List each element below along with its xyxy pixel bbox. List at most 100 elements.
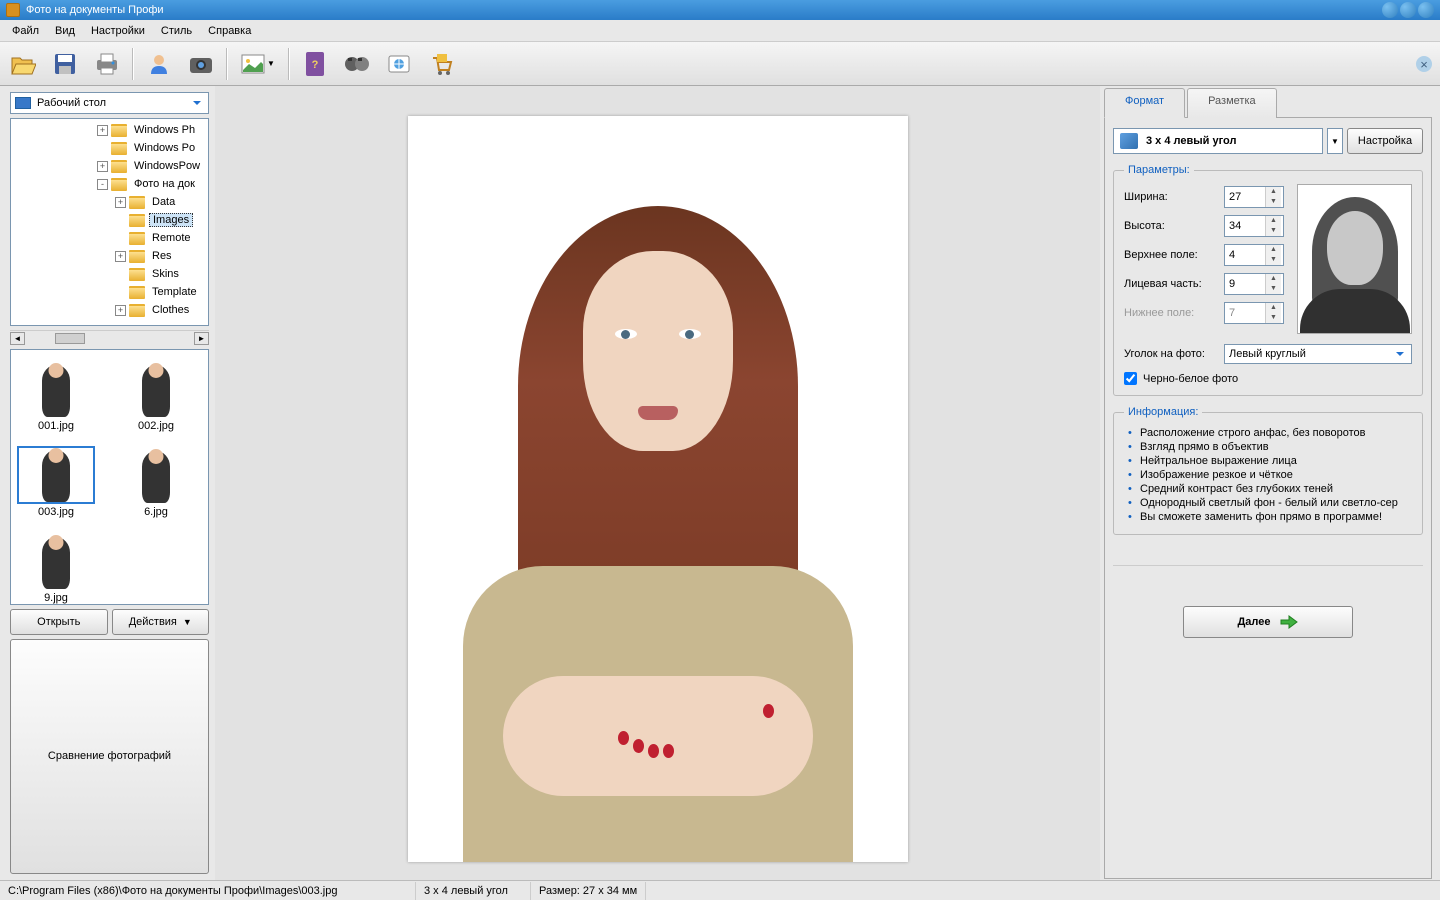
height-spinner[interactable]: ▲▼ (1224, 215, 1284, 237)
tree-expand-icon (115, 287, 126, 298)
thumbnail-label: 9.jpg (44, 592, 68, 604)
tree-expand-icon[interactable]: - (97, 179, 108, 190)
thumbnail-image[interactable] (117, 446, 195, 504)
menu-help[interactable]: Справка (200, 22, 259, 40)
tree-node[interactable]: + Data (11, 193, 209, 211)
toolbar-user[interactable] (140, 46, 178, 82)
canvas-area (215, 86, 1100, 880)
next-button[interactable]: Далее (1183, 606, 1353, 638)
tree-label[interactable]: Res (149, 250, 175, 262)
close-button[interactable] (1418, 2, 1434, 18)
tree-expand-icon[interactable]: + (97, 125, 108, 136)
scroll-left-icon[interactable]: ◄ (10, 332, 25, 345)
face-part-spinner[interactable]: ▲▼ (1224, 273, 1284, 295)
folder-icon (111, 178, 127, 191)
corner-selector[interactable]: Левый круглый (1224, 344, 1412, 364)
thumbnail[interactable]: 001.jpg (17, 360, 95, 432)
dropdown-icon (190, 96, 204, 110)
minimize-button[interactable] (1382, 2, 1398, 18)
toolbar-save[interactable] (46, 46, 84, 82)
toolbar-open[interactable] (4, 46, 42, 82)
menu-settings[interactable]: Настройки (83, 22, 153, 40)
tree-expand-icon[interactable]: + (115, 197, 126, 208)
thumbnail[interactable]: 002.jpg (117, 360, 195, 432)
tree-node[interactable]: Template (11, 283, 209, 301)
thumbnail[interactable]: 6.jpg (117, 446, 195, 518)
maximize-button[interactable] (1400, 2, 1416, 18)
tree-scrollbar[interactable]: ◄ ► (10, 330, 209, 345)
tree-node[interactable]: Remote (11, 229, 209, 247)
tree-node[interactable]: Skins (11, 265, 209, 283)
thumbnail-image[interactable] (17, 532, 95, 590)
thumbnail[interactable]: 003.jpg (17, 446, 95, 518)
toolbar-web[interactable] (380, 46, 418, 82)
thumbnail-label: 6.jpg (144, 506, 168, 518)
top-margin-spinner[interactable]: ▲▼ (1224, 244, 1284, 266)
tree-label[interactable]: Template (149, 286, 200, 298)
tree-label[interactable]: Clothes (149, 304, 192, 316)
tree-expand-icon[interactable]: + (97, 161, 108, 172)
toolbar-image[interactable]: ▼ (234, 46, 282, 82)
photo-canvas[interactable] (408, 116, 908, 862)
tree-label[interactable]: Windows Ph (131, 124, 198, 136)
location-label: Рабочий стол (37, 97, 106, 109)
width-spinner[interactable]: ▲▼ (1224, 186, 1284, 208)
tree-node[interactable]: + WindowsPow (11, 157, 209, 175)
menu-view[interactable]: Вид (47, 22, 83, 40)
tree-label[interactable]: Data (149, 196, 178, 208)
location-selector[interactable]: Рабочий стол (10, 92, 209, 114)
titlebar: Фото на документы Профи (0, 0, 1440, 20)
tree-node[interactable]: - Фото на док (11, 175, 209, 193)
bw-label: Черно-белое фото (1143, 373, 1238, 385)
tree-label[interactable]: Images (149, 213, 193, 227)
scroll-thumb[interactable] (55, 333, 85, 344)
folder-icon (129, 214, 145, 227)
parameters-group: Параметры: Ширина:▲▼ Высота:▲▼ Верхнее п… (1113, 164, 1423, 396)
status-size: Размер: 27 x 34 мм (531, 882, 646, 900)
toolbar-help[interactable]: ? (296, 46, 334, 82)
bw-checkbox[interactable] (1124, 372, 1137, 385)
tree-node[interactable]: + Res (11, 247, 209, 265)
thumbnail-label: 003.jpg (38, 506, 74, 518)
compare-button[interactable]: Сравнение фотографий (10, 639, 209, 875)
tree-label[interactable]: Remote (149, 232, 194, 244)
menu-file[interactable]: Файл (4, 22, 47, 40)
preset-dropdown[interactable]: ▼ (1327, 128, 1343, 154)
thumbnail-image[interactable] (17, 360, 95, 418)
preset-selector[interactable]: 3 x 4 левый угол (1113, 128, 1323, 154)
tree-expand-icon[interactable]: + (115, 305, 126, 316)
desktop-icon (15, 97, 31, 109)
tree-node[interactable]: + Clothes (11, 301, 209, 319)
tab-markup[interactable]: Разметка (1187, 88, 1277, 118)
tree-label[interactable]: WindowsPow (131, 160, 203, 172)
height-label: Высота: (1124, 220, 1224, 232)
menu-style[interactable]: Стиль (153, 22, 200, 40)
tree-expand-icon[interactable]: + (115, 251, 126, 262)
thumbnail[interactable]: 9.jpg (17, 532, 95, 604)
tree-node[interactable]: Images (11, 211, 209, 229)
folder-tree[interactable]: + Windows Ph Windows Po + WindowsPow - Фото на… (10, 118, 209, 326)
open-button[interactable]: Открыть (10, 609, 108, 635)
toolbar-camera[interactable] (182, 46, 220, 82)
toolbar-print[interactable] (88, 46, 126, 82)
toolbar-cart[interactable] (422, 46, 460, 82)
left-panel: Рабочий стол + Windows Ph Windows Po + Windo… (0, 86, 215, 880)
tree-node[interactable]: Windows Po (11, 139, 209, 157)
tree-label[interactable]: Фото на док (131, 178, 198, 190)
thumbnail-image[interactable] (17, 446, 95, 504)
tabs: Формат Разметка (1104, 88, 1432, 118)
tab-format[interactable]: Формат (1104, 88, 1185, 118)
info-item: Взгляд прямо в объектив (1128, 440, 1412, 454)
preset-label: 3 x 4 левый угол (1146, 135, 1236, 147)
scroll-right-icon[interactable]: ► (194, 332, 209, 345)
actions-button[interactable]: Действия▼ (112, 609, 210, 635)
thumbnail-image[interactable] (117, 360, 195, 418)
bottom-margin-label: Нижнее поле: (1124, 307, 1224, 319)
tree-node[interactable]: + Windows Ph (11, 121, 209, 139)
status-path: C:\Program Files (x86)\Фото на документы… (0, 882, 416, 900)
toolbar-video[interactable] (338, 46, 376, 82)
tree-label[interactable]: Skins (149, 268, 182, 280)
tree-label[interactable]: Windows Po (131, 142, 198, 154)
preset-settings-button[interactable]: Настройка (1347, 128, 1423, 154)
toolbar-close-icon[interactable]: × (1416, 56, 1432, 72)
